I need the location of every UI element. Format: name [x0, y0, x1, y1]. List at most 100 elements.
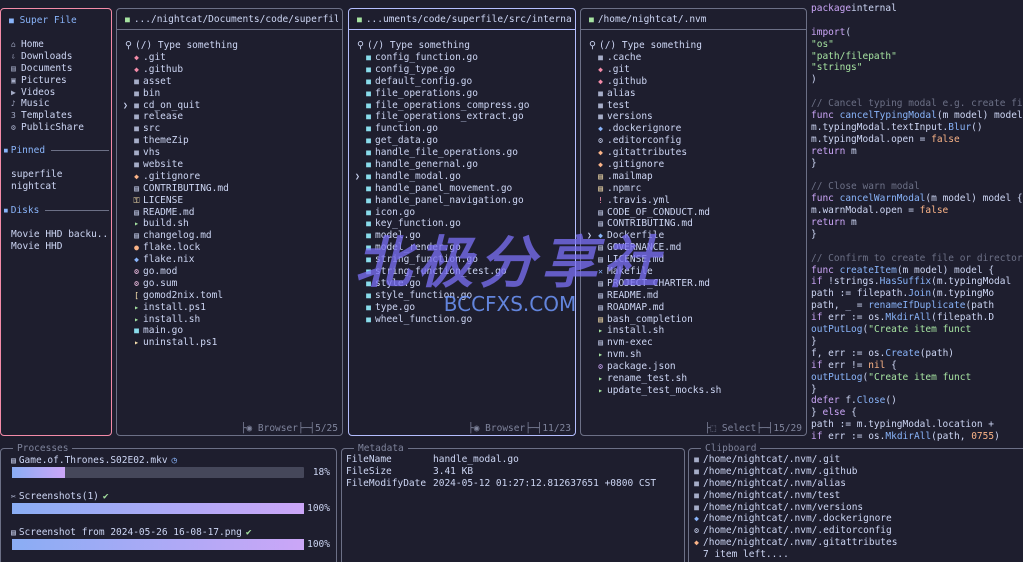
file-item[interactable]: ◆ .git — [587, 64, 802, 76]
file-item[interactable]: ■ icon.go — [355, 207, 571, 219]
file-item[interactable]: ◆ .github — [123, 64, 338, 76]
file-item[interactable]: ■ style_function.go — [355, 290, 571, 302]
file-item[interactable]: ■ file_operations.go — [355, 88, 571, 100]
file-item[interactable]: ■ alias — [587, 88, 802, 100]
file-item[interactable]: ◆ .github — [587, 76, 802, 88]
file-item[interactable]: ■ bin — [123, 88, 338, 100]
file-item[interactable]: ■ function.go — [355, 123, 571, 135]
search-input[interactable]: ⚲ (/) Type something — [589, 40, 802, 52]
file-item[interactable]: ■ handle_modal.go — [355, 171, 571, 183]
sidebar-item-publicshare[interactable]: ⚙ PublicShare — [11, 122, 107, 134]
file-item[interactable]: ■ vhs — [123, 147, 338, 159]
disk-item[interactable]: Movie HHD — [11, 241, 107, 253]
file-item[interactable]: ▸ nvm.sh — [587, 349, 802, 361]
clipboard-item[interactable]: ⚙/home/nightcat/.nvm/.editorconfig — [691, 525, 1021, 537]
file-item[interactable]: ● flake.lock — [123, 242, 338, 254]
file-item[interactable]: [gomod2nix.toml — [123, 290, 338, 302]
search-input[interactable]: ⚲ (/) Type something — [357, 40, 571, 52]
file-item[interactable]: ◆ .gitignore — [587, 159, 802, 171]
clipboard-item[interactable]: ◆/home/nightcat/.nvm/.gitattributes — [691, 537, 1021, 549]
file-item[interactable]: ■ type.go — [355, 302, 571, 314]
file-item[interactable]: ▤ nvm-exec — [587, 337, 802, 349]
file-item[interactable]: ■ file_operations_extract.go — [355, 111, 571, 123]
file-item[interactable]: ■ themeZip — [123, 135, 338, 147]
file-item[interactable]: ▸ build.sh — [123, 218, 338, 230]
file-item[interactable]: ▸ uninstall.ps1 — [123, 337, 338, 349]
file-item[interactable]: ■ main.go — [123, 325, 338, 337]
file-item[interactable]: ▤ CONTRIBUTING.md — [587, 218, 802, 230]
sidebar-item-templates[interactable]: 3 Templates — [11, 110, 107, 122]
file-item[interactable]: ▤ .npmrc — [587, 183, 802, 195]
sidebar-item-videos[interactable]: ▶ Videos — [11, 87, 107, 99]
file-item[interactable]: ■ wheel_function.go — [355, 314, 571, 326]
file-panel-1[interactable]: ■ .../nightcat/Documents/code/superfile ⚲(… — [116, 8, 343, 436]
file-item[interactable]: ⚙ go.mod — [123, 266, 338, 278]
file-item[interactable]: ■ config_function.go — [355, 52, 571, 64]
file-panel-2[interactable]: ■ ...uments/code/superfile/src/internal ⚲(… — [348, 8, 576, 436]
pinned-item[interactable]: nightcat — [11, 181, 107, 193]
file-item[interactable]: ▤ PROJECT_CHARTER.md — [587, 278, 802, 290]
file-item[interactable]: ■ handle_file_operations.go — [355, 147, 571, 159]
clipboard-item[interactable]: ■/home/nightcat/.nvm/versions — [691, 502, 1021, 514]
file-panel-3[interactable]: ■/home/nightcat/.nvm ⚲ (/) Type something ■… — [580, 8, 807, 436]
file-item[interactable]: ■ handle_panel_movement.go — [355, 183, 571, 195]
file-item[interactable]: ⚙ package.json — [587, 361, 802, 373]
search-input[interactable]: ⚲ (/) Type something — [125, 40, 338, 52]
file-item[interactable]: ◆ .gitattributes — [587, 147, 802, 159]
file-item[interactable]: ▸ rename_test.sh — [587, 373, 802, 385]
file-item[interactable]: ▤ changelog.md — [123, 230, 338, 242]
file-item[interactable]: ▤ .mailmap — [587, 171, 802, 183]
file-item[interactable]: ■ handle_panel_navigation.go — [355, 195, 571, 207]
file-item[interactable]: ■ versions — [587, 111, 802, 123]
file-item[interactable]: ■ model.go — [355, 230, 571, 242]
file-item[interactable]: ✕ Makefile — [587, 266, 802, 278]
clipboard-item[interactable]: ■/home/nightcat/.nvm/.github — [691, 466, 1021, 478]
file-item[interactable]: ■ src — [123, 123, 338, 135]
sidebar-item-music[interactable]: ♪ Music — [11, 98, 107, 110]
file-item[interactable]: ■ string_function.go — [355, 254, 571, 266]
file-item[interactable]: ■ cd_on_quit — [123, 100, 338, 112]
file-item[interactable]: ⚙ .editorconfig — [587, 135, 802, 147]
file-item[interactable]: ■ key_function.go — [355, 218, 571, 230]
file-item[interactable]: ▤ README.md — [123, 207, 338, 219]
file-item[interactable]: ⚿ LICENSE — [123, 195, 338, 207]
file-item[interactable]: ▸ update_test_mocks.sh — [587, 385, 802, 397]
disk-item[interactable]: Movie HHD backu... — [11, 229, 107, 241]
sidebar-item-downloads[interactable]: ⇩ Downloads — [11, 51, 107, 63]
pinned-item[interactable]: superfile — [11, 169, 107, 181]
file-item[interactable]: ! .travis.yml — [587, 195, 802, 207]
file-item[interactable]: ■ handle_genernal.go — [355, 159, 571, 171]
file-item[interactable]: ▸ install.sh — [587, 325, 802, 337]
file-item[interactable]: ■ test — [587, 100, 802, 112]
file-item[interactable]: ■ get_data.go — [355, 135, 571, 147]
sidebar-item-pictures[interactable]: ▣ Pictures — [11, 75, 107, 87]
file-item[interactable]: ▤ README.md — [587, 290, 802, 302]
file-item[interactable]: ▤ GOVERNANCE.md — [587, 242, 802, 254]
file-item[interactable]: ▤ CODE_OF_CONDUCT.md — [587, 207, 802, 219]
file-item[interactable]: ▤ ROADMAP.md — [587, 302, 802, 314]
file-item[interactable]: ▤ bash_completion — [587, 314, 802, 326]
clipboard-item[interactable]: ■/home/nightcat/.nvm/.git — [691, 454, 1021, 466]
file-item[interactable]: ◆ .git — [123, 52, 338, 64]
file-item[interactable]: ■ string_function_test.go — [355, 266, 571, 278]
file-item[interactable]: ▸ install.sh — [123, 314, 338, 326]
file-item[interactable]: ■ file_operations_compress.go — [355, 100, 571, 112]
file-item[interactable]: ■ style.go — [355, 278, 571, 290]
file-item[interactable]: ◆ Dockerfile — [587, 230, 802, 242]
file-item[interactable]: ◆ .gitignore — [123, 171, 338, 183]
file-item[interactable]: ■ model_render.go — [355, 242, 571, 254]
clipboard-item[interactable]: ◆/home/nightcat/.nvm/.dockerignore — [691, 513, 1021, 525]
file-item[interactable]: ▸ install.ps1 — [123, 302, 338, 314]
file-item[interactable]: ■ config_type.go — [355, 64, 571, 76]
sidebar-item-documents[interactable]: ▤ Documents — [11, 63, 107, 75]
file-item[interactable]: ◆ flake.nix — [123, 254, 338, 266]
file-item[interactable]: ■ .cache — [587, 52, 802, 64]
clipboard-item[interactable]: ■/home/nightcat/.nvm/test — [691, 490, 1021, 502]
file-item[interactable]: ▤ LICENSE.md — [587, 254, 802, 266]
clipboard-item[interactable]: ■/home/nightcat/.nvm/alias — [691, 478, 1021, 490]
sidebar-item-home[interactable]: ⌂ Home — [11, 39, 107, 51]
file-item[interactable]: ■ asset — [123, 76, 338, 88]
file-item[interactable]: ■ release — [123, 111, 338, 123]
file-item[interactable]: ▤ CONTRIBUTING.md — [123, 183, 338, 195]
file-item[interactable]: ⚙ go.sum — [123, 278, 338, 290]
